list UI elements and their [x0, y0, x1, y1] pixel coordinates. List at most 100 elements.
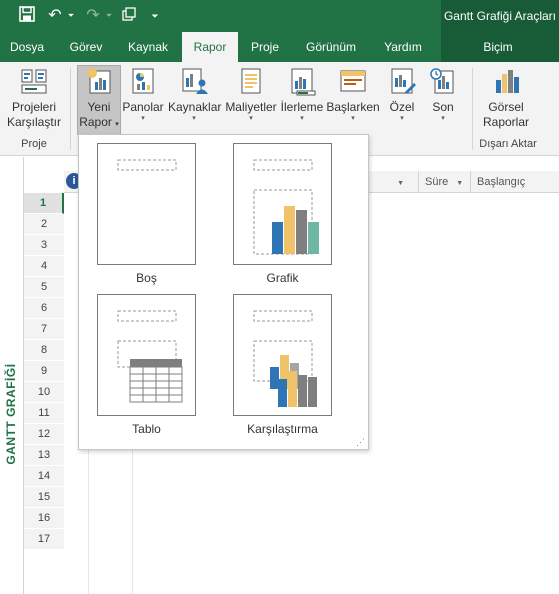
comparison-report-label: Karşılaştırma [247, 422, 318, 436]
row-header[interactable]: 12 [24, 424, 64, 445]
row-header[interactable]: 4 [24, 256, 64, 277]
row-header[interactable]: 7 [24, 319, 64, 340]
visual-reports-label-2: Raporlar [482, 115, 530, 129]
view-bar: GANTT GRAFİĞİ [0, 157, 24, 594]
tab-dosya[interactable]: Dosya [4, 32, 50, 62]
save-icon[interactable] [18, 6, 36, 26]
tab-rapor[interactable]: Rapor [182, 32, 238, 62]
chevron-down-icon: ▾ [441, 115, 445, 122]
chart-report-label: Grafik [266, 271, 299, 285]
resources-icon [182, 68, 208, 94]
undo-dropdown-icon[interactable]: ⏷ [66, 6, 76, 26]
recent-button[interactable]: Son ▾ [424, 66, 462, 134]
row-header[interactable]: 1 [24, 193, 64, 214]
table-report-label: Tablo [132, 422, 161, 436]
row-header[interactable]: 9 [24, 361, 64, 382]
row-header[interactable]: 6 [24, 298, 64, 319]
visual-reports-button[interactable]: Görsel Raporlar [478, 66, 534, 134]
row-header[interactable]: 14 [24, 466, 64, 487]
comparison-report-thumbnail [233, 294, 332, 416]
tab-yardim[interactable]: Yardım [374, 32, 432, 62]
customize-qat-icon[interactable]: ⏷ [148, 6, 162, 26]
visual-reports-label-1: Görsel [488, 100, 524, 114]
custom-button[interactable]: Özel ▾ [384, 66, 420, 134]
row-header[interactable]: 5 [24, 277, 64, 298]
chevron-down-icon: ▾ [400, 115, 404, 122]
view-label: GANTT GRAFİĞİ [4, 363, 18, 465]
row-headers: 1 2 3 4 5 6 7 8 9 10 11 12 13 14 15 16 17 [24, 193, 64, 550]
new-report-option-table[interactable]: Tablo [97, 294, 196, 436]
getting-started-button[interactable]: Başlarken ▾ [326, 66, 380, 134]
row-header[interactable]: 16 [24, 508, 64, 529]
custom-icon [391, 68, 416, 94]
getting-started-icon [340, 70, 366, 92]
row-header[interactable]: 17 [24, 529, 64, 550]
compare-projects-icon [21, 69, 47, 94]
chevron-down-icon: ▼ [397, 180, 404, 187]
new-report-label-1: Yeni [87, 100, 111, 114]
tab-gorunum[interactable]: Görünüm [298, 32, 364, 62]
tab-gorev[interactable]: Görev [62, 32, 110, 62]
row-header[interactable]: 8 [24, 340, 64, 361]
chevron-down-icon: ▾ [192, 115, 196, 122]
group-label-export: Dışarı Aktar [479, 138, 537, 150]
new-report-option-blank[interactable]: Boş [97, 143, 196, 285]
new-report-button[interactable]: Yeni Rapor ▾ [77, 65, 121, 135]
tab-bicim[interactable]: Biçim [468, 32, 528, 62]
tab-kaynak[interactable]: Kaynak [120, 32, 176, 62]
compare-projects-label-1: Projeleri [11, 100, 56, 114]
costs-label: Maliyetler [225, 100, 277, 114]
dashboards-button[interactable]: Panolar ▾ [122, 66, 164, 134]
compare-projects-button[interactable]: Projeleri Karşılaştır [6, 66, 62, 134]
chevron-down-icon: ▾ [141, 115, 145, 122]
group-separator [70, 68, 71, 150]
recent-label: Son [432, 100, 454, 114]
chevron-down-icon: ▾ [300, 115, 304, 122]
contextual-tools-title: Gantt Grafiği Araçları [441, 0, 559, 32]
chart-report-thumbnail [233, 143, 332, 265]
row-header[interactable]: 13 [24, 445, 64, 466]
recent-icon [430, 68, 454, 94]
custom-label: Özel [389, 100, 415, 114]
group-separator [472, 68, 473, 150]
redo-dropdown-icon: ⏷ [105, 11, 113, 20]
dashboards-label: Panolar [122, 100, 164, 114]
row-header[interactable]: 2 [24, 214, 64, 235]
dashboards-icon [132, 68, 154, 94]
resize-grip-icon[interactable]: ⋰ [356, 437, 365, 448]
group-label-project: Proje [21, 138, 47, 150]
new-report-menu: Boş Grafik Tablo Karşılaştırma ⋰ [78, 134, 369, 450]
tab-proje[interactable]: Proje [244, 32, 286, 62]
chevron-down-icon: ▾ [351, 115, 355, 122]
compare-projects-label-2: Karşılaştır [6, 115, 61, 129]
new-report-option-comparison[interactable]: Karşılaştırma [233, 294, 332, 436]
row-header[interactable]: 15 [24, 487, 64, 508]
title-bar: ↶ ⏷ ↷ ⏷ ⏷ Gantt Grafiği Araçları [0, 0, 559, 32]
resources-button[interactable]: Kaynaklar ▾ [168, 66, 222, 134]
redo-icon: ↷ [86, 7, 100, 24]
progress-button[interactable]: İlerleme ▾ [280, 66, 324, 134]
blank-report-thumbnail [97, 143, 196, 265]
row-header[interactable]: 3 [24, 235, 64, 256]
getting-started-label: Başlarken [326, 100, 380, 114]
row-header[interactable]: 11 [24, 403, 64, 424]
column-header-duration[interactable]: Süre ▼ [418, 171, 470, 193]
ribbon-tabs: Dosya Görev Kaynak Rapor Proje Görünüm Y… [0, 32, 559, 62]
blank-report-label: Boş [136, 271, 157, 285]
new-report-option-chart[interactable]: Grafik [233, 143, 332, 285]
costs-icon [241, 68, 261, 94]
costs-button[interactable]: Maliyetler ▾ [224, 66, 278, 134]
progress-icon [291, 68, 316, 96]
undo-icon[interactable]: ↶ [46, 6, 64, 26]
chevron-down-icon: ▼ [456, 180, 464, 187]
visual-reports-icon [496, 70, 519, 93]
chevron-down-icon: ▾ [249, 115, 253, 122]
row-header[interactable]: 10 [24, 382, 64, 403]
table-report-thumbnail [97, 294, 196, 416]
progress-label: İlerleme [280, 100, 324, 114]
new-report-label-2: Rapor ▾ [79, 115, 119, 129]
column-header-start[interactable]: Başlangıç [470, 171, 559, 193]
new-report-icon [87, 68, 111, 94]
windows-icon[interactable] [120, 6, 138, 26]
resources-label: Kaynaklar [168, 100, 222, 114]
